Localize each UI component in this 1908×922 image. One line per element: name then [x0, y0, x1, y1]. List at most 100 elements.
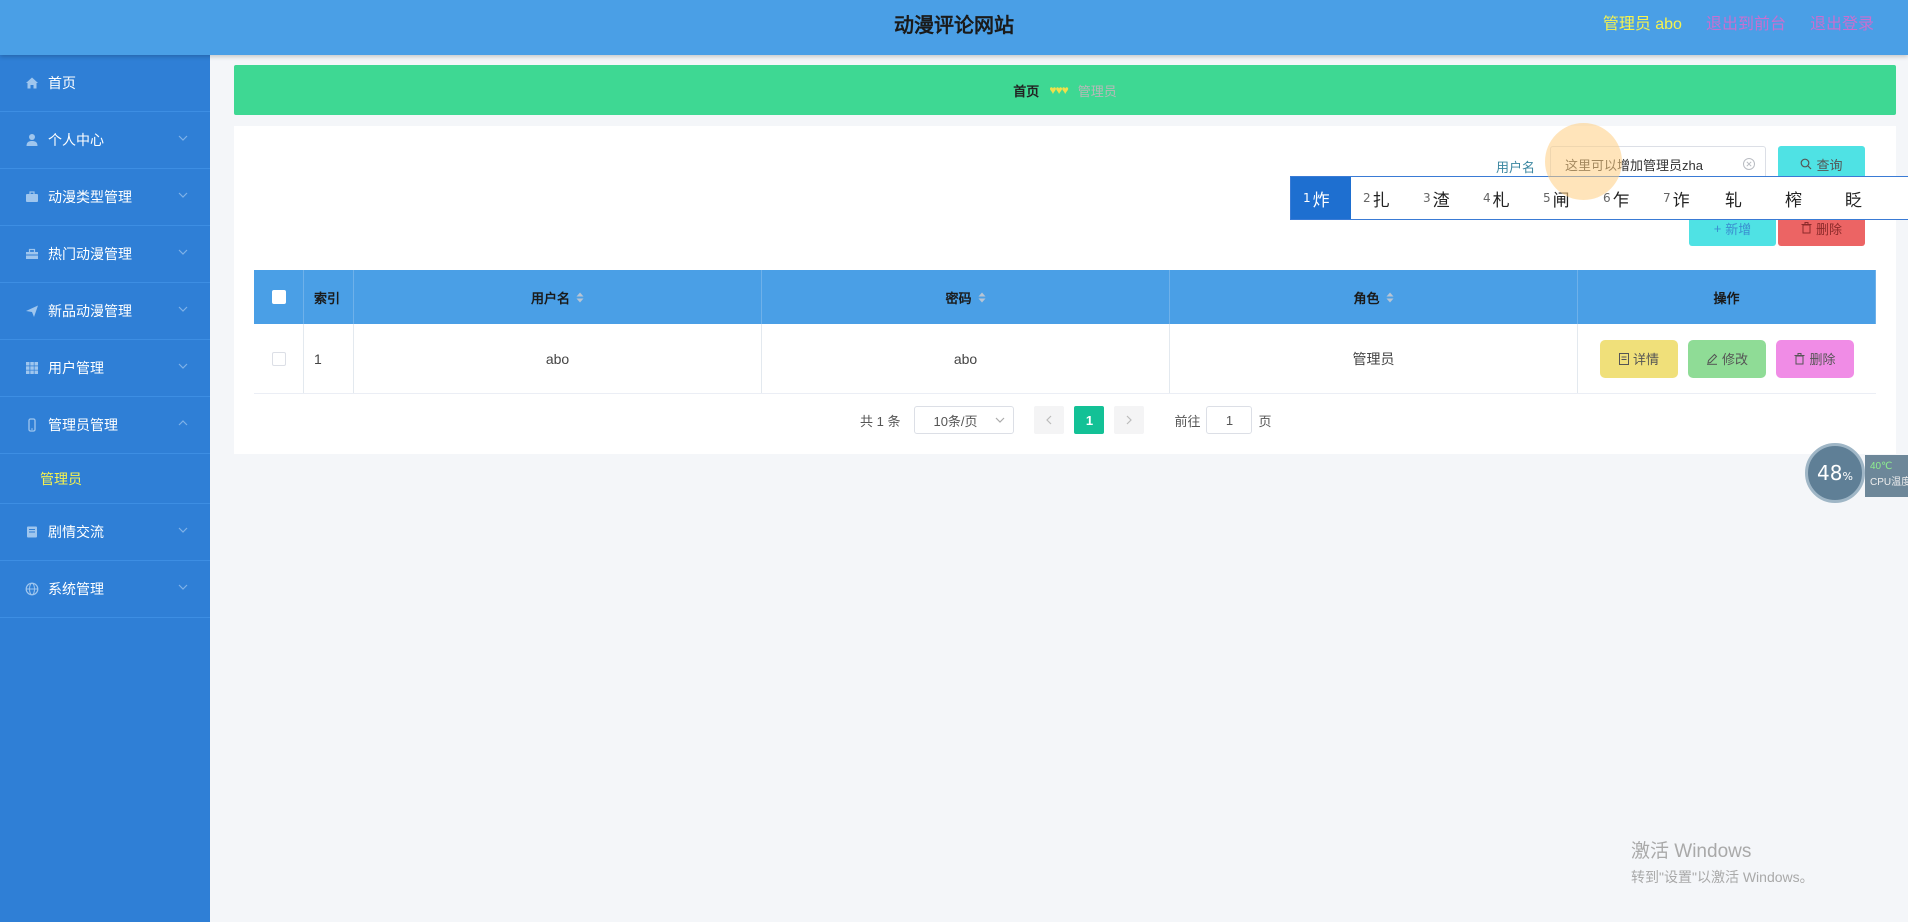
breadcrumb-current: 管理员 — [1077, 83, 1117, 99]
row-checkbox-cell — [254, 324, 304, 393]
pencil-icon — [1706, 353, 1718, 365]
header-role[interactable]: 角色 — [1170, 270, 1578, 324]
page-number-current[interactable]: 1 — [1074, 406, 1105, 434]
sidebar-item-label: 首页 — [48, 75, 76, 91]
chevron-down-icon — [178, 306, 188, 312]
home-icon — [24, 75, 40, 91]
cpu-temperature-label: CPU温度 — [1870, 477, 1908, 488]
prev-page-button[interactable] — [1034, 406, 1065, 434]
plus-icon: + — [1713, 220, 1722, 236]
chevron-down-icon — [178, 363, 188, 369]
detail-button[interactable]: 详情 — [1600, 339, 1678, 378]
page-size-select[interactable]: 10条/页 — [914, 406, 1015, 434]
cpu-usage-gauge[interactable]: 48% — [1805, 443, 1865, 503]
goto-page-input[interactable]: 1 — [1206, 406, 1253, 434]
ime-candidate[interactable]: 2扎 — [1351, 177, 1411, 219]
sort-icon[interactable] — [978, 292, 986, 303]
ime-candidate[interactable]: 轧 — [1711, 177, 1771, 219]
windows-activation-watermark: 激活 Windows 转到"设置"以激活 Windows。 — [1631, 836, 1814, 887]
phone-icon — [24, 417, 40, 433]
cpu-temperature-panel: 40℃ CPU温度 — [1865, 455, 1908, 497]
row-operations: 详情 修改 删除 — [1578, 324, 1876, 393]
sort-icon[interactable] — [576, 292, 584, 303]
search-icon — [1801, 158, 1812, 170]
chevron-down-icon — [178, 584, 188, 590]
cpu-temperature: 40℃ — [1870, 461, 1893, 472]
breadcrumb-home[interactable]: 首页 — [1013, 81, 1039, 100]
sidebar-item-system-management[interactable]: 系统管理 — [0, 561, 210, 618]
breadcrumb: 首页 ♥♥♥ 管理员 — [234, 65, 1896, 115]
row-password: abo — [762, 324, 1170, 393]
table-row: 1 abo abo 管理员 详情 修改 删除 — [254, 324, 1876, 394]
query-button-label: 查询 — [1816, 157, 1843, 173]
sidebar-item-label: 热门动漫管理 — [48, 246, 132, 262]
header-operations: 操作 — [1578, 270, 1876, 324]
sidebar-item-home[interactable]: 首页 — [0, 55, 210, 112]
ime-candidate[interactable]: 7诈 — [1651, 177, 1711, 219]
sidebar-item-label: 剧情交流 — [48, 524, 104, 540]
row-index: 1 — [304, 324, 354, 393]
sidebar-menu: 首页 个人中心 动漫类型管理 热门动漫管理 新品动漫管理 用户管理 管理员管理 … — [0, 55, 210, 922]
sidebar-item-label: 用户管理 — [48, 360, 104, 376]
briefcase-icon — [24, 189, 40, 205]
pagination: 共 1 条 10条/页 1 前往 1 页 — [860, 406, 1272, 434]
search-label: 用户名 — [1496, 160, 1536, 175]
watermark-title: 激活 Windows — [1631, 841, 1752, 862]
chevron-left-icon — [1046, 415, 1052, 425]
grid-icon — [24, 360, 40, 376]
sort-icon[interactable] — [1386, 292, 1394, 303]
next-page-button[interactable] — [1114, 406, 1145, 434]
heart-separator-icon: ♥♥♥ — [1049, 83, 1068, 97]
pagination-total: 共 1 条 — [860, 413, 901, 429]
sidebar-item-plot-discussion[interactable]: 剧情交流 — [0, 504, 210, 561]
sidebar-subitem-admin[interactable]: 管理员 — [0, 454, 210, 504]
watermark-subtitle: 转到"设置"以激活 Windows。 — [1631, 869, 1814, 885]
header-index: 索引 — [304, 270, 354, 324]
sidebar-item-user-management[interactable]: 用户管理 — [0, 340, 210, 397]
row-checkbox[interactable] — [271, 351, 286, 366]
back-to-front-link[interactable]: 退出到前台 — [1706, 0, 1786, 50]
header-username[interactable]: 用户名 — [354, 270, 762, 324]
admin-table: 索引 用户名 密码 角色 操作 1 abo abo 管理员 详情 修改 删除 — [254, 270, 1876, 394]
edit-button[interactable]: 修改 — [1688, 339, 1766, 378]
chevron-down-icon — [178, 192, 188, 198]
sidebar-item-label: 管理员管理 — [48, 417, 118, 433]
sidebar-item-label: 个人中心 — [48, 132, 104, 148]
send-icon — [24, 303, 40, 319]
sidebar-item-label: 动漫类型管理 — [48, 189, 132, 205]
row-username: abo — [354, 324, 762, 393]
admin-username: 管理员 abo — [1602, 16, 1682, 33]
globe-icon — [24, 581, 40, 597]
top-header: 动漫评论网站 管理员 abo 退出到前台 退出登录 — [0, 0, 1908, 55]
chevron-down-icon — [178, 527, 188, 533]
row-role: 管理员 — [1170, 324, 1578, 393]
batch-delete-label: 删除 — [1815, 221, 1842, 237]
sidebar-item-anime-types[interactable]: 动漫类型管理 — [0, 169, 210, 226]
book-icon — [24, 524, 40, 540]
delete-button[interactable]: 删除 — [1776, 339, 1854, 378]
table-header: 索引 用户名 密码 角色 操作 — [254, 270, 1876, 324]
select-all-checkbox[interactable] — [271, 290, 286, 304]
clear-icon[interactable] — [1742, 157, 1756, 171]
page-suffix: 页 — [1258, 413, 1272, 429]
chevron-up-icon — [178, 420, 188, 426]
header-user-area: 管理员 abo 退出到前台 退出登录 — [1603, 0, 1874, 50]
chevron-down-icon — [996, 417, 1005, 423]
trash-icon — [1801, 222, 1812, 234]
user-icon — [24, 132, 40, 148]
ime-candidate[interactable]: 榨 — [1771, 177, 1831, 219]
header-password[interactable]: 密码 — [762, 270, 1170, 324]
select-all-cell — [254, 270, 304, 324]
add-button-label: 新增 — [1725, 221, 1752, 237]
ime-candidate[interactable]: 眨 — [1831, 177, 1891, 219]
sidebar-item-admin-management[interactable]: 管理员管理 — [0, 397, 210, 454]
sidebar-item-new-anime[interactable]: 新品动漫管理 — [0, 283, 210, 340]
ime-candidate[interactable]: 1炸 — [1291, 177, 1351, 219]
chevron-down-icon — [178, 249, 188, 255]
sidebar-item-hot-anime[interactable]: 热门动漫管理 — [0, 226, 210, 283]
ime-candidate[interactable]: 4札 — [1471, 177, 1531, 219]
sidebar-item-label: 系统管理 — [48, 581, 104, 597]
logout-link[interactable]: 退出登录 — [1810, 0, 1874, 50]
ime-candidate[interactable]: 3渣 — [1411, 177, 1471, 219]
sidebar-item-personal-center[interactable]: 个人中心 — [0, 112, 210, 169]
